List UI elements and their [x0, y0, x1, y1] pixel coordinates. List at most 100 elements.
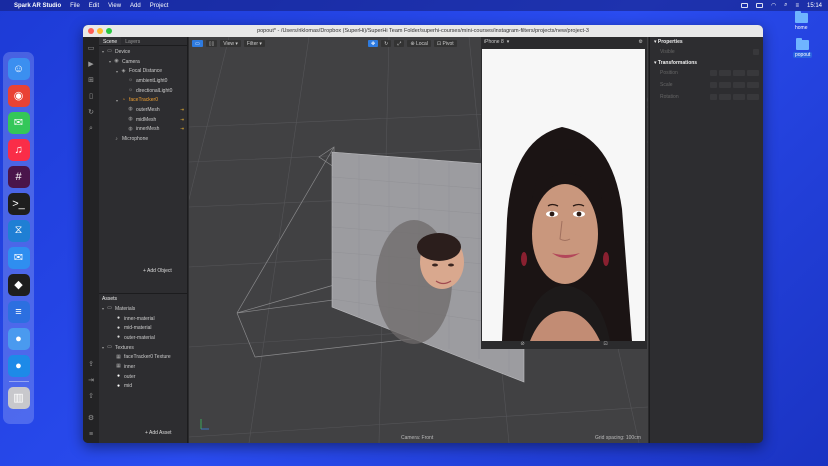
patch-arrow-icon[interactable]: ⇥ [180, 117, 184, 123]
menu-view[interactable]: View [108, 3, 121, 9]
asset-item[interactable]: ▦ faceTracker0 Texture [99, 352, 187, 362]
menu-add[interactable]: Add [130, 3, 141, 9]
clock[interactable]: 15:14 [807, 3, 822, 9]
scene-tree-item[interactable]: ◍ outerMesh ⇥ [99, 105, 187, 115]
menu-edit[interactable]: Edit [89, 3, 99, 9]
scale-tool-icon[interactable]: ⤢ [394, 40, 405, 47]
asset-item[interactable]: ● inner-material [99, 314, 187, 324]
video-source-icon[interactable]: ⊡ [603, 341, 607, 348]
filter-dropdown[interactable]: Filter ▾ [243, 40, 265, 47]
scene-tree-item[interactable]: ◍ innerMesh ⇥ [99, 125, 187, 135]
help-icon[interactable]: ≡ [87, 431, 95, 439]
refresh-icon[interactable]: ↻ [87, 109, 95, 117]
rotate-tool-icon[interactable]: ↻ [381, 40, 392, 47]
tab-layers[interactable]: Layers [121, 37, 144, 45]
desktop-folder-popout[interactable]: popout [793, 38, 813, 58]
move-tool-icon[interactable]: ✥ [367, 40, 379, 47]
zoom-window-button[interactable] [106, 28, 112, 34]
asset-item[interactable]: ▾ ▭ Materials [99, 304, 187, 314]
transform-input[interactable] [747, 70, 759, 76]
scene-tree-item[interactable]: ☼ ambientLight0 [99, 76, 187, 86]
patch-editor-icon[interactable]: ⊞ [87, 77, 95, 85]
transform-input[interactable] [733, 70, 745, 76]
slack-icon[interactable]: # [7, 165, 30, 188]
asset-item[interactable]: ● mid-material [99, 323, 187, 333]
asset-item[interactable]: ● outer-material [99, 333, 187, 343]
device-icon: ▭ [107, 48, 112, 55]
lock-toggle[interactable] [710, 82, 717, 88]
wifi-icon[interactable]: ◠ [771, 2, 776, 9]
device-select[interactable]: iPhone 8 [484, 39, 504, 45]
test-icon[interactable]: ⇥ [87, 377, 95, 385]
tab-scene[interactable]: Scene [99, 37, 122, 45]
desktop-folder-home[interactable]: home [793, 11, 810, 31]
view-dropdown[interactable]: View ▾ [220, 40, 241, 47]
scene-tree-item[interactable]: ▾ ▭ Device [99, 47, 187, 57]
menu-file[interactable]: File [70, 3, 80, 9]
scene-tree-item[interactable]: ▾ ◔ faceTracker0 [99, 95, 187, 105]
material-icon: ● [116, 315, 121, 322]
asset-label: Textures [115, 344, 134, 351]
device-icon[interactable]: ▯ [87, 93, 95, 101]
terminal-icon[interactable]: >_ [7, 192, 30, 215]
search-icon[interactable]: ⌕ [784, 2, 787, 9]
camera-switch-icon[interactable]: ⊘ [520, 341, 524, 348]
visible-checkbox[interactable] [753, 49, 759, 55]
patch-arrow-icon[interactable]: ⇥ [180, 126, 184, 132]
add-object-button[interactable]: + Add Object [143, 268, 172, 274]
figma-icon[interactable]: ◆ [7, 273, 30, 296]
asset-item[interactable]: ▾ ▭ Textures [99, 343, 187, 353]
asset-item[interactable]: ● mid [99, 382, 187, 392]
control-center-icon[interactable]: ≡ [795, 3, 799, 9]
battery-icon[interactable] [755, 3, 763, 8]
scene-tree-item[interactable]: ◍ midMesh ⇥ [99, 115, 187, 125]
local-toggle[interactable]: ⊕ Local [407, 40, 431, 47]
layers-app-icon[interactable]: ≡ [7, 300, 30, 323]
screen-record-icon[interactable] [740, 3, 748, 8]
vscode-icon[interactable]: ⧖ [7, 219, 30, 242]
settings-icon[interactable]: ⚙ [639, 39, 643, 45]
video-icon[interactable]: ▶ [87, 61, 95, 69]
scene-tree-item[interactable]: ♪ Microphone [99, 134, 187, 144]
upload-icon[interactable]: ⇧ [87, 393, 95, 401]
asset-item[interactable]: ● outer [99, 372, 187, 382]
bird-icon[interactable]: ● [7, 354, 30, 377]
transform-input[interactable] [719, 82, 731, 88]
chevron-down-icon[interactable]: ▾ [507, 39, 510, 45]
search-icon[interactable]: ⌕ [87, 125, 95, 133]
export-icon[interactable]: ⇪ [87, 361, 95, 369]
simulator-preview[interactable] [482, 49, 645, 341]
patch-arrow-icon[interactable]: ⇥ [180, 107, 184, 113]
transform-input[interactable] [733, 94, 745, 100]
trash-icon[interactable]: ▥ [7, 386, 30, 409]
pivot-toggle[interactable]: ⊡ Pivot [433, 40, 457, 47]
app-menu[interactable]: Spark AR Studio [14, 3, 61, 9]
grid-spacing-label: Grid spacing: 100cm [595, 435, 641, 441]
scene-tree-item[interactable]: ▾ ◈ Focal Distance [99, 66, 187, 76]
transform-input[interactable] [733, 82, 745, 88]
transform-input[interactable] [719, 94, 731, 100]
lock-toggle[interactable] [710, 70, 717, 76]
layout-single-icon[interactable]: ▭ [192, 40, 203, 47]
music-icon[interactable]: ♫ [7, 138, 30, 161]
add-asset-button[interactable]: + Add Asset [145, 430, 172, 436]
layout-split-icon[interactable]: ▯▯ [205, 40, 218, 47]
asset-item[interactable]: ▦ inner [99, 362, 187, 372]
lock-toggle[interactable] [710, 94, 717, 100]
menu-project[interactable]: Project [150, 3, 169, 9]
settings-icon[interactable]: ⚙ [87, 415, 95, 423]
scene-icon[interactable]: ▭ [87, 45, 95, 53]
transform-input[interactable] [719, 70, 731, 76]
close-window-button[interactable] [88, 28, 94, 34]
finder-icon[interactable]: ☺ [7, 57, 30, 80]
game-icon[interactable]: ● [7, 327, 30, 350]
scene-tree-item[interactable]: ▾ ◉ Camera [99, 57, 187, 67]
transform-input[interactable] [747, 82, 759, 88]
transform-input[interactable] [747, 94, 759, 100]
minimize-window-button[interactable] [97, 28, 103, 34]
scene-tree-item[interactable]: ☼ directionalLight0 [99, 86, 187, 96]
scene-tree-label: Camera [122, 58, 140, 65]
chrome-icon[interactable]: ◉ [7, 84, 30, 107]
messages-icon[interactable]: ✉ [7, 111, 30, 134]
mail-icon[interactable]: ✉ [7, 246, 30, 269]
